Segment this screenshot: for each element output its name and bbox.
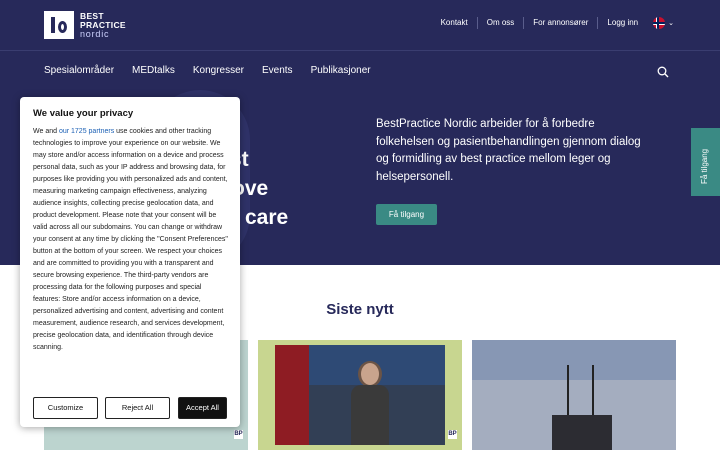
- nav-item-events[interactable]: Events: [262, 65, 293, 76]
- main-nav-bar: Spesialområder MEDtalks Kongresser Event…: [0, 50, 720, 90]
- nav-item-medtalks[interactable]: MEDtalks: [132, 65, 175, 76]
- top-links: Kontakt Om oss For annonsører Logg inn ⌄: [432, 17, 674, 29]
- site-logo[interactable]: BEST PRACTICE nordic: [44, 11, 126, 39]
- logo-line-3: nordic: [80, 28, 110, 39]
- top-bar: BEST PRACTICE nordic Kontakt Om oss For …: [0, 0, 720, 50]
- side-access-tab[interactable]: Få tilgang: [691, 128, 720, 196]
- link-logg-inn[interactable]: Logg inn: [598, 17, 647, 29]
- customize-button[interactable]: Customize: [33, 397, 98, 419]
- nav-item-kongresser[interactable]: Kongresser: [193, 65, 244, 76]
- news-card-image: [275, 345, 445, 445]
- language-selector[interactable]: ⌄: [653, 17, 674, 29]
- link-kontakt[interactable]: Kontakt: [432, 17, 478, 29]
- search-icon[interactable]: [657, 66, 669, 78]
- get-access-button[interactable]: Få tilgang: [376, 204, 437, 225]
- nav-item-spesialomrader[interactable]: Spesialområder: [44, 65, 114, 76]
- cookie-title: We value your privacy: [33, 108, 134, 119]
- main-nav: Spesialområder MEDtalks Kongresser Event…: [44, 65, 389, 76]
- logo-mark-icon: [44, 11, 74, 39]
- cookie-text: We and our 1725 partners use cookies and…: [33, 126, 230, 354]
- news-card[interactable]: BP: [258, 340, 462, 450]
- norway-flag-icon: [653, 17, 666, 29]
- cookie-consent-dialog: We value your privacy We and our 1725 pa…: [20, 97, 240, 427]
- cookie-text-intro: We and: [33, 128, 59, 135]
- cookie-text-body: use cookies and other tracking technolog…: [33, 128, 228, 351]
- hero-headline-line: care: [245, 206, 289, 229]
- chevron-down-icon: ⌄: [668, 20, 674, 27]
- partners-link[interactable]: our 1725 partners: [59, 128, 114, 135]
- bp-badge-icon: BP: [234, 430, 243, 439]
- hero-intro-text: BestPractice Nordic arbeider for å forbe…: [376, 118, 641, 183]
- hero-headline-line: ove: [232, 177, 269, 200]
- accept-all-button[interactable]: Accept All: [178, 397, 227, 419]
- logo-text: BEST PRACTICE nordic: [80, 11, 126, 39]
- side-tab-label: Få tilgang: [700, 148, 709, 184]
- reject-all-button[interactable]: Reject All: [105, 397, 170, 419]
- link-om-oss[interactable]: Om oss: [478, 17, 525, 29]
- nav-item-publikasjoner[interactable]: Publikasjoner: [311, 65, 371, 76]
- news-card[interactable]: [472, 340, 676, 450]
- bp-badge-icon: BP: [448, 430, 457, 439]
- link-for-annonsorer[interactable]: For annonsører: [524, 17, 599, 29]
